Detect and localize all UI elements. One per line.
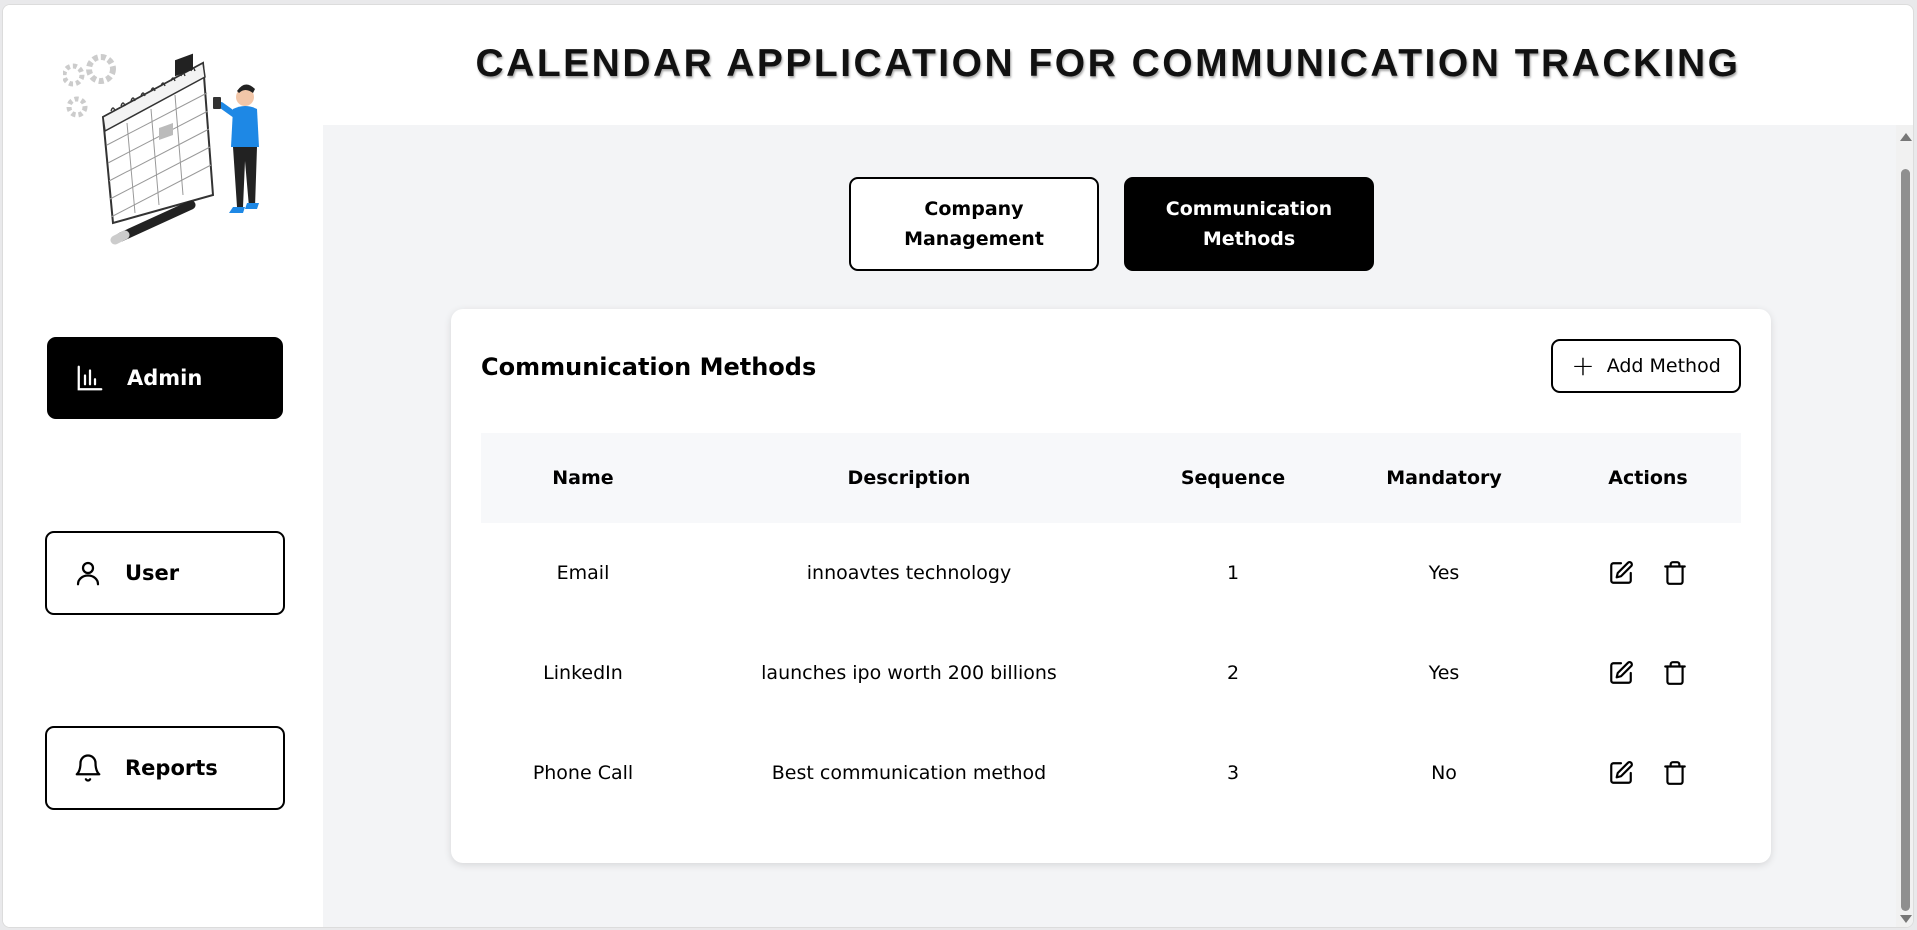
table-row: LinkedIn launches ipo worth 200 billions…: [481, 623, 1741, 723]
sidebar: Admin User Reports: [3, 5, 323, 927]
cell-sequence: 1: [1226, 562, 1240, 584]
sidebar-item-reports[interactable]: Reports: [45, 726, 285, 810]
scrollbar-thumb[interactable]: [1901, 169, 1910, 911]
panel-title: Communication Methods: [481, 353, 817, 381]
calendar-illustration: [61, 45, 273, 245]
page-title: CALENDAR APPLICATION FOR COMMUNICATION T…: [475, 42, 1741, 85]
cell-sequence: 2: [1226, 662, 1240, 684]
table-header-row: Name Description Sequence Mandatory Acti…: [481, 433, 1741, 523]
main-content: Company Management Communication Methods…: [323, 125, 1896, 927]
methods-table: Name Description Sequence Mandatory Acti…: [481, 433, 1741, 823]
trash-icon[interactable]: [1662, 560, 1688, 586]
cell-name: Phone Call: [532, 762, 634, 784]
user-icon: [73, 558, 103, 588]
edit-icon[interactable]: [1608, 560, 1634, 586]
cell-description: Best communication method: [771, 762, 1047, 784]
sidebar-item-admin[interactable]: Admin: [47, 337, 283, 419]
tab-company-management[interactable]: Company Management: [849, 177, 1099, 271]
sidebar-item-label: Reports: [125, 756, 218, 780]
sidebar-item-user[interactable]: User: [45, 531, 285, 615]
column-header-mandatory: Mandatory: [1386, 467, 1502, 489]
tab-communication-methods[interactable]: Communication Methods: [1124, 177, 1374, 271]
trash-icon[interactable]: [1662, 760, 1688, 786]
cell-name: LinkedIn: [543, 662, 623, 684]
table-row: Email innoavtes technology 1 Yes: [481, 523, 1741, 623]
cell-mandatory: Yes: [1428, 562, 1460, 584]
add-method-button[interactable]: + Add Method: [1551, 339, 1741, 393]
plus-icon: +: [1571, 349, 1595, 382]
cell-mandatory: No: [1431, 762, 1457, 784]
edit-icon[interactable]: [1608, 760, 1634, 786]
sidebar-item-label: Admin: [127, 366, 203, 390]
communication-methods-panel: Communication Methods + Add Method Name …: [451, 309, 1771, 863]
edit-icon[interactable]: [1608, 660, 1634, 686]
column-header-sequence: Sequence: [1180, 467, 1286, 489]
cell-description: launches ipo worth 200 billions: [761, 662, 1057, 684]
column-header-actions: Actions: [1608, 467, 1688, 489]
vertical-scrollbar[interactable]: [1896, 125, 1913, 927]
bell-icon: [73, 753, 103, 783]
sidebar-item-label: User: [125, 561, 180, 585]
cell-mandatory: Yes: [1428, 662, 1460, 684]
cell-description: innoavtes technology: [806, 562, 1012, 584]
bar-chart-icon: [75, 363, 105, 393]
add-method-label: Add Method: [1606, 355, 1721, 377]
table-row: Phone Call Best communication method 3 N…: [481, 723, 1741, 823]
cell-name: Email: [556, 562, 610, 584]
column-header-description: Description: [847, 467, 971, 489]
scroll-down-arrow-icon[interactable]: [1900, 915, 1912, 923]
scroll-up-arrow-icon[interactable]: [1900, 133, 1912, 141]
cell-sequence: 3: [1226, 762, 1240, 784]
trash-icon[interactable]: [1662, 660, 1688, 686]
app-window: Admin User Reports CALENDAR APPLICATION …: [2, 4, 1914, 928]
column-header-name: Name: [552, 467, 614, 489]
